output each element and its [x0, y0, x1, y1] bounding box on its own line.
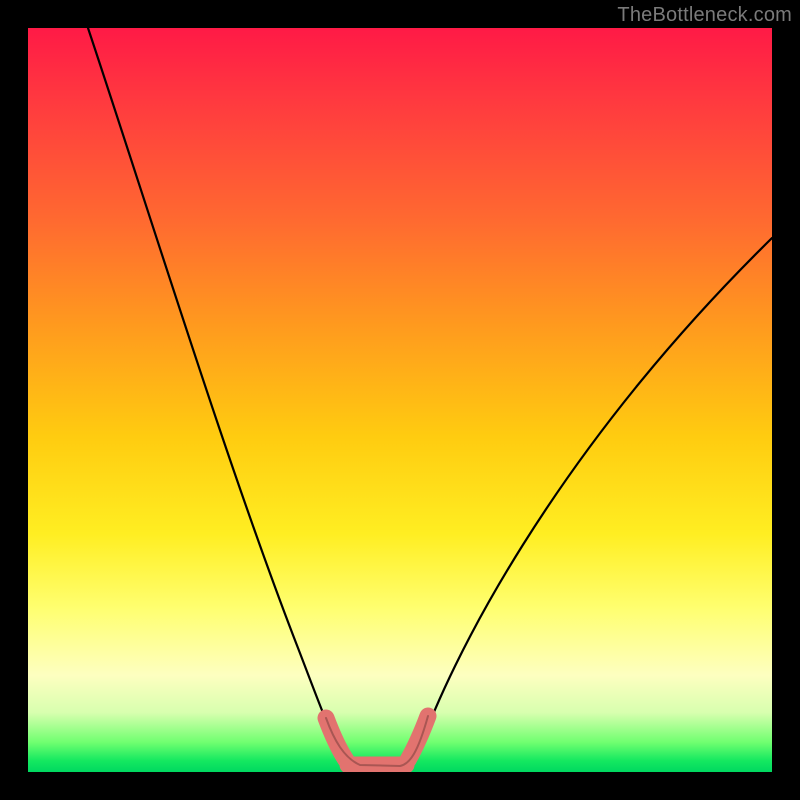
plot-area — [28, 28, 772, 772]
bottleneck-curve-svg — [28, 28, 772, 772]
chart-frame: TheBottleneck.com — [0, 0, 800, 800]
bottleneck-curve — [88, 28, 772, 766]
watermark-text: TheBottleneck.com — [617, 4, 792, 27]
highlight-right — [408, 716, 428, 760]
